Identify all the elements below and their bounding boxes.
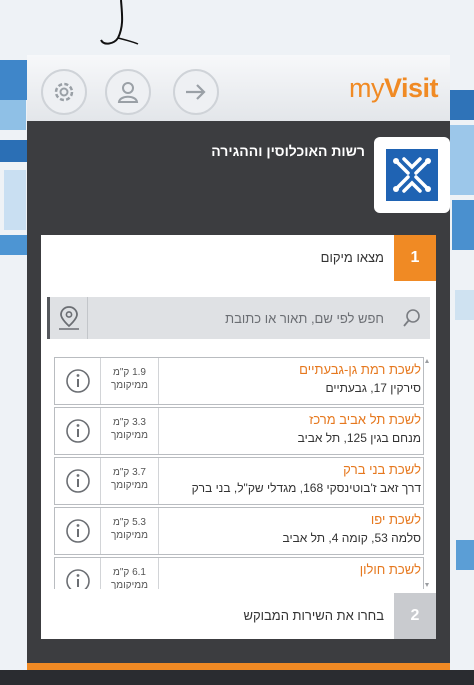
branch-name: לשכת בני ברק: [343, 462, 421, 477]
agency-name: רשות האוכלוסין וההגירה: [211, 143, 365, 159]
search-icon: [403, 309, 420, 327]
branch-address: דרך זאב ז'בוטינסקי 168, מגדלי שק"ל, בני …: [191, 481, 421, 495]
list-item[interactable]: 1.9 ק"מ ממיקומך לשכת רמת גן-גבעתיים סירקין…: [54, 357, 424, 405]
search-bar: [47, 297, 430, 339]
info-button[interactable]: [55, 458, 101, 504]
distance-cell: 3.7 ק"מ ממיקומך: [101, 458, 159, 504]
myvisit-logo: myVisit: [348, 73, 439, 104]
step-number: 2: [394, 593, 436, 639]
distance-value: 3.3 ק"מ: [112, 417, 146, 428]
branch-text: לשכת רמת גן-גבעתיים סירקין 17, גבעתיים: [161, 358, 423, 404]
step-label: מצאו מיקום: [320, 250, 384, 265]
distance-cell: 1.9 ק"מ ממיקומך: [101, 358, 159, 404]
info-button[interactable]: [55, 358, 101, 404]
location-pin-button[interactable]: [50, 297, 88, 339]
app-panel: myVisit רשות האוכלוסין וההגירה 1 מצאו מי…: [27, 55, 450, 670]
agency-header: רשות האוכלוסין וההגירה: [27, 121, 450, 221]
user-icon: [117, 82, 139, 103]
pen-annotation: [100, 0, 139, 45]
agency-logo: [374, 137, 450, 213]
location-panel: 1.9 ק"מ ממיקומך לשכת רמת גן-גבעתיים סירקין…: [41, 281, 436, 593]
distance-cell: 3.3 ק"מ ממיקומך: [101, 408, 159, 454]
info-button[interactable]: [55, 408, 101, 454]
distance-label: ממיקומך: [110, 430, 149, 441]
list-item[interactable]: 3.3 ק"מ ממיקומך לשכת תל אביב מרכז מנחם בגי…: [54, 407, 424, 455]
user-button[interactable]: [105, 69, 151, 115]
info-bubble-icon: [65, 419, 90, 443]
login-arrow-icon: [186, 84, 206, 100]
branch-text: לשכת יפו סלמה 53, קומה 4, תל אביב: [161, 508, 423, 554]
branch-list: 1.9 ק"מ ממיקומך לשכת רמת גן-גבעתיים סירקין…: [54, 357, 424, 589]
branch-address: מנחם בגין 125, תל אביב: [297, 431, 421, 445]
branch-name: לשכת חולון: [359, 562, 421, 577]
step-number: 1: [394, 235, 436, 281]
step-1-header[interactable]: 1 מצאו מיקום: [41, 235, 436, 281]
gear-icon: [54, 82, 74, 102]
logo-prefix: my: [348, 73, 385, 103]
branch-name: לשכת תל אביב מרכז: [309, 412, 421, 427]
distance-value: 3.7 ק"מ: [112, 467, 146, 478]
distance-cell: 5.3 ק"מ ממיקומך: [101, 508, 159, 554]
logo-suffix: Visit: [383, 73, 439, 103]
list-scrollbar[interactable]: [424, 357, 430, 589]
info-bubble-icon: [65, 469, 90, 493]
info-bubble-icon: [65, 519, 90, 543]
distance-value: 6.1 ק"מ: [112, 567, 146, 578]
footer-accent-bar: [27, 663, 450, 670]
branch-name: לשכת רמת גן-גבעתיים: [299, 362, 421, 377]
distance-label: ממיקומך: [110, 530, 149, 541]
branch-address: סירקין 17, גבעתיים: [325, 381, 422, 395]
branch-name: לשכת יפו: [370, 512, 421, 527]
list-item[interactable]: 3.7 ק"מ ממיקומך לשכת בני ברק דרך זאב ז'בוט…: [54, 457, 424, 505]
info-button[interactable]: [55, 558, 101, 589]
distance-cell: 6.1 ק"מ ממיקומך: [101, 558, 159, 589]
list-item[interactable]: 6.1 ק"מ ממיקומך לשכת חולון: [54, 557, 424, 589]
top-toolbar: myVisit: [27, 55, 450, 121]
info-bubble-icon: [65, 569, 90, 589]
distance-value: 1.9 ק"מ: [112, 367, 146, 378]
step-label: בחרו את השירות המבוקש: [243, 608, 384, 623]
distance-label: ממיקומך: [110, 380, 149, 391]
search-input[interactable]: [92, 297, 392, 339]
branch-text: לשכת חולון: [161, 558, 423, 589]
map-pin-icon: [58, 306, 79, 330]
branch-text: לשכת תל אביב מרכז מנחם בגין 125, תל אביב: [161, 408, 423, 454]
info-button[interactable]: [55, 508, 101, 554]
distance-label: ממיקומך: [110, 580, 149, 589]
branch-address: סלמה 53, קומה 4, תל אביב: [282, 531, 421, 545]
login-button[interactable]: [173, 69, 219, 115]
info-bubble-icon: [65, 369, 90, 393]
distance-value: 5.3 ק"מ: [112, 517, 146, 528]
settings-button[interactable]: [41, 69, 87, 115]
step-2-header[interactable]: 2 בחרו את השירות המבוקש: [41, 593, 436, 639]
branch-text: לשכת בני ברק דרך זאב ז'בוטינסקי 168, מגדל…: [161, 458, 423, 504]
agency-emblem-icon: [386, 149, 438, 201]
distance-label: ממיקומך: [110, 480, 149, 491]
list-item[interactable]: 5.3 ק"מ ממיקומך לשכת יפו סלמה 53, קומה 4, …: [54, 507, 424, 555]
